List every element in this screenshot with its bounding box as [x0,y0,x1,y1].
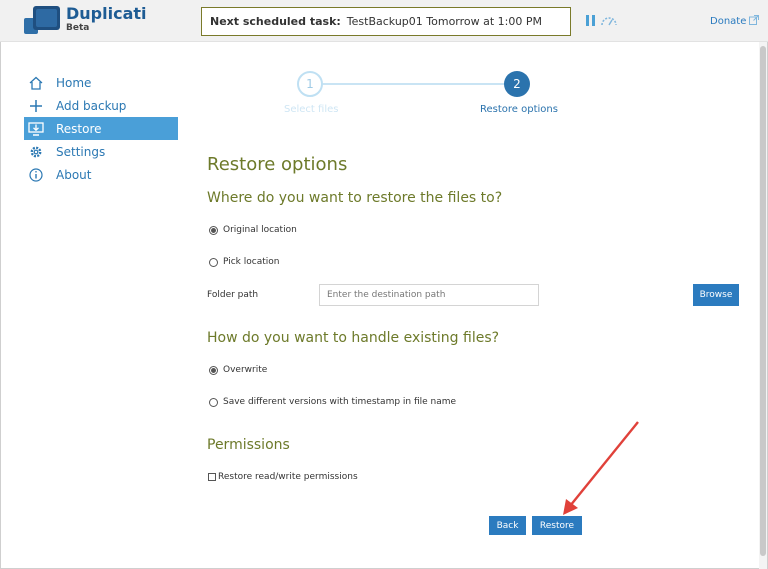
sidebar-item-home[interactable]: Home [24,71,178,94]
sidebar-item-about[interactable]: About [24,163,178,186]
wizard-steps: 1 2 Select files Restore options [240,70,580,120]
pause-icon[interactable] [586,15,596,27]
radio-empty-icon [209,257,218,267]
permissions-heading: Permissions [207,437,290,453]
sidebar-item-label: Home [56,75,92,90]
restore-permissions-checkbox[interactable]: Restore read/write permissions [208,472,358,482]
radio-label: Original location [223,225,297,235]
plus-icon [28,98,44,114]
where-heading: Where do you want to restore the files t… [207,190,503,206]
step-1-circle[interactable]: 1 [297,71,323,97]
sidebar-item-label: Add backup [56,98,127,113]
home-icon [28,75,44,91]
donate-link[interactable]: Donate [710,15,760,27]
radio-label: Save different versions with timestamp i… [223,397,457,407]
step-1-label[interactable]: Select files [284,104,338,115]
sidebar-item-add-backup[interactable]: Add backup [24,94,178,117]
schedule-label: Next scheduled task: [210,15,341,28]
sidebar-item-label: Settings [56,144,106,159]
schedule-value: TestBackup01 Tomorrow at 1:00 PM [346,15,543,28]
radio-pick-location[interactable]: Pick location [209,257,279,267]
sidebar-item-label: About [56,167,92,182]
radio-label: Pick location [223,257,280,267]
restore-button[interactable]: Restore [532,516,582,535]
sidebar-item-restore[interactable]: Restore [24,117,178,140]
vertical-scrollbar[interactable] [759,42,767,569]
radio-overwrite[interactable]: Overwrite [209,365,267,375]
radio-original-location[interactable]: Original location [209,225,297,235]
brand-sub: Beta [66,23,90,33]
external-link-icon [749,15,760,25]
browse-button[interactable]: Browse [693,284,739,306]
folder-path-label: Folder path [207,290,259,300]
page-title: Restore options [207,154,348,175]
checkbox-icon [208,473,216,481]
radio-selected-icon [209,225,218,235]
duplicati-logo-icon [24,6,60,34]
restore-icon [28,121,44,137]
radio-empty-icon [209,397,218,407]
radio-save-versions[interactable]: Save different versions with timestamp i… [209,397,456,407]
sidebar-item-settings[interactable]: Settings [24,140,178,163]
scrollbar-thumb[interactable] [760,46,766,556]
sidebar-nav: Home Add backup Restore Settings About [24,71,178,186]
checkbox-label: Restore read/write permissions [218,472,358,482]
radio-label: Overwrite [223,365,268,375]
step-connector [322,83,518,85]
next-scheduled-task[interactable]: Next scheduled task: TestBackup01 Tomorro… [201,7,571,36]
brand-name[interactable]: Duplicati [66,4,147,23]
radio-selected-icon [209,365,218,375]
info-icon [28,167,44,183]
step-2-label[interactable]: Restore options [480,104,558,115]
top-header: Duplicati Beta Next scheduled task: TestB… [0,0,768,42]
back-button[interactable]: Back [489,516,526,535]
step-2-circle[interactable]: 2 [504,71,530,97]
existing-files-heading: How do you want to handle existing files… [207,330,500,346]
folder-path-input[interactable] [319,284,539,306]
donate-label: Donate [710,16,747,27]
gear-icon [28,144,44,160]
throttle-icon[interactable] [600,15,618,27]
sidebar-item-label: Restore [56,121,102,136]
